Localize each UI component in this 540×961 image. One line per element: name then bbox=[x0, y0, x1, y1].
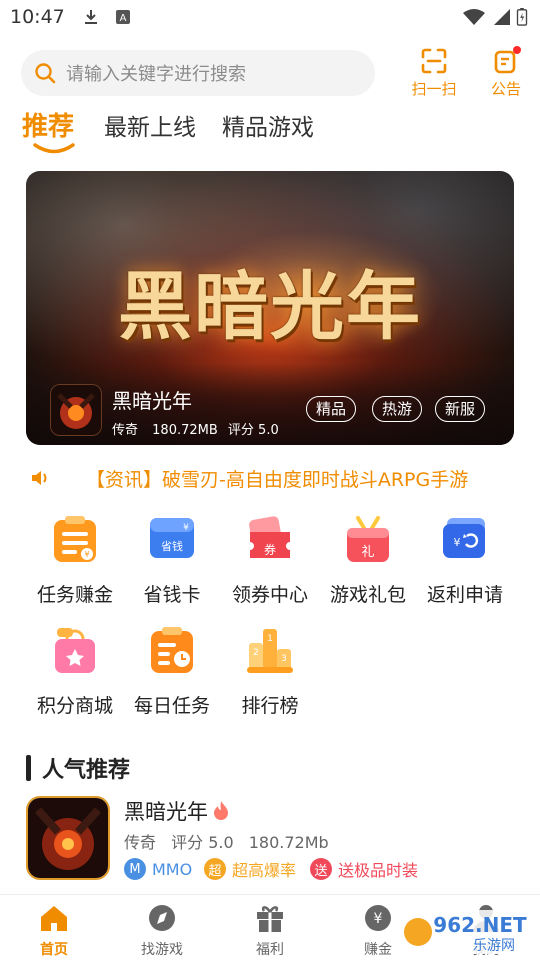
banner-rating: 评分 5.0 bbox=[227, 423, 279, 438]
nav-welfare[interactable]: 福利 bbox=[230, 901, 310, 959]
banner-title-art: 黑暗光年 bbox=[118, 264, 422, 350]
svg-text:1: 1 bbox=[267, 634, 273, 644]
savings-card-icon: 省钱 ¥ bbox=[150, 518, 194, 558]
feature-task-earn[interactable]: ¥ 任务赚金 bbox=[25, 514, 125, 614]
watermark-sub: 乐游网 bbox=[473, 938, 515, 954]
banner-game-icon bbox=[50, 384, 102, 436]
svg-text:¥: ¥ bbox=[374, 911, 383, 927]
points-mall-icon bbox=[55, 628, 95, 673]
news-text[interactable]: 【资讯】破雪刃-高自由度即时战斗ARPG手游 bbox=[86, 465, 468, 492]
banner-tag: 精品 bbox=[306, 396, 357, 422]
notice-label: 公告 bbox=[490, 80, 521, 98]
scan-icon bbox=[421, 48, 447, 74]
feature-daily-task[interactable]: 每日任务 bbox=[122, 625, 222, 725]
hot-flame-icon bbox=[214, 801, 228, 820]
nav-home[interactable]: 首页 bbox=[14, 901, 94, 959]
svg-text:省钱: 省钱 bbox=[161, 539, 183, 553]
app-rating: 评分 5.0 bbox=[171, 833, 234, 852]
status-time: 10:47 bbox=[10, 6, 65, 28]
nav-label: 首页 bbox=[40, 942, 68, 958]
gift-icon bbox=[257, 906, 283, 932]
svg-text:券: 券 bbox=[264, 542, 276, 557]
tag-text: 超高爆率 bbox=[232, 861, 297, 880]
gift-pack-icon: 礼 bbox=[347, 516, 389, 562]
notice-button[interactable]: 公告 bbox=[478, 46, 534, 100]
feature-game-gift[interactable]: 礼 游戏礼包 bbox=[318, 514, 418, 614]
app-genre: 传奇 bbox=[124, 833, 157, 852]
tag-text: MMO bbox=[152, 859, 193, 879]
tag-badge: 超 bbox=[204, 858, 226, 880]
popular-app-meta: 传奇 评分 5.0 180.72Mb bbox=[124, 829, 339, 853]
feature-rebate[interactable]: ¥ 返利申请 bbox=[415, 514, 515, 614]
svg-text:礼: 礼 bbox=[361, 544, 374, 560]
svg-text:A: A bbox=[120, 13, 127, 24]
search-icon bbox=[35, 63, 56, 84]
tag-badge: 送 bbox=[310, 858, 332, 880]
leaderboard-icon: 1 2 3 bbox=[247, 629, 293, 673]
scan-label: 扫一扫 bbox=[411, 80, 457, 98]
svg-text:2: 2 bbox=[253, 648, 259, 658]
tab-premium[interactable]: 精品游戏 bbox=[222, 108, 314, 142]
feature-label: 返利申请 bbox=[426, 584, 503, 606]
feature-label: 每日任务 bbox=[133, 695, 210, 717]
wifi-icon bbox=[463, 9, 485, 25]
speaker-icon bbox=[32, 471, 47, 485]
feature-leaderboard[interactable]: 1 2 3 排行榜 bbox=[220, 625, 320, 725]
banner-tag: 热游 bbox=[372, 396, 423, 422]
watermark-brand: 962.NET bbox=[433, 913, 527, 937]
home-icon bbox=[41, 906, 67, 931]
tab-recommend[interactable]: 推荐 bbox=[22, 106, 74, 143]
feature-coupon-center[interactable]: 券 领券中心 bbox=[220, 514, 320, 614]
nav-find-game[interactable]: 找游戏 bbox=[122, 901, 202, 959]
task-earn-icon: ¥ bbox=[54, 516, 96, 562]
svg-text:¥: ¥ bbox=[454, 536, 461, 549]
svg-text:¥: ¥ bbox=[84, 550, 89, 559]
svg-text:¥: ¥ bbox=[183, 523, 189, 533]
feature-savings-card[interactable]: 省钱 ¥ 省钱卡 bbox=[122, 514, 222, 614]
feature-label: 积分商城 bbox=[36, 695, 113, 717]
tag-badge: M bbox=[124, 858, 146, 880]
feature-label: 任务赚金 bbox=[36, 584, 113, 606]
signal-icon bbox=[494, 9, 510, 25]
feature-label: 游戏礼包 bbox=[329, 584, 406, 606]
compass-icon bbox=[149, 905, 175, 931]
tag-text: 送极品时装 bbox=[338, 861, 419, 880]
search-bar[interactable]: 请输入关键字进行搜索 bbox=[21, 50, 375, 96]
banner-tag: 新服 bbox=[435, 396, 486, 422]
banner-genre: 传奇 bbox=[112, 423, 139, 438]
app-tag-gift-costume: 送 送极品时装 bbox=[310, 857, 418, 881]
battery-icon bbox=[516, 8, 528, 26]
download-icon bbox=[85, 10, 97, 24]
site-watermark: 962.NET 乐游网 bbox=[400, 910, 536, 954]
banner-game-meta: 传奇 180.72MB 评分 5.0 bbox=[112, 419, 279, 438]
feature-label: 排行榜 bbox=[241, 695, 299, 717]
feature-points-mall[interactable]: 积分商城 bbox=[25, 625, 125, 725]
nav-label: 找游戏 bbox=[141, 942, 183, 958]
popular-app-icon[interactable] bbox=[26, 796, 110, 880]
scan-button[interactable]: 扫一扫 bbox=[406, 48, 462, 100]
feature-label: 领券中心 bbox=[231, 584, 308, 606]
keyboard-icon: A bbox=[116, 10, 130, 24]
coin-icon: ¥ bbox=[365, 905, 391, 931]
coupon-icon: 券 bbox=[249, 516, 290, 558]
banner-game-name: 黑暗光年 bbox=[112, 389, 192, 413]
feature-label: 省钱卡 bbox=[143, 584, 201, 606]
rebate-icon: ¥ bbox=[443, 518, 485, 558]
active-tab-indicator bbox=[33, 143, 75, 154]
daily-task-icon bbox=[151, 627, 193, 673]
app-tag-drop-rate: 超 超高爆率 bbox=[204, 857, 296, 881]
svg-text:3: 3 bbox=[281, 654, 287, 664]
nav-label: 福利 bbox=[256, 942, 284, 958]
popular-app-name[interactable]: 黑暗光年 bbox=[124, 796, 208, 826]
app-tag-mmo: M MMO bbox=[124, 857, 192, 881]
search-input[interactable]: 请输入关键字进行搜索 bbox=[66, 60, 246, 86]
status-bar: 10:47 A bbox=[0, 0, 540, 36]
banner-size: 180.72MB bbox=[152, 423, 218, 438]
app-size: 180.72Mb bbox=[248, 833, 329, 852]
section-accent-bar bbox=[26, 755, 31, 781]
tab-newest[interactable]: 最新上线 bbox=[104, 108, 196, 142]
section-title: 人气推荐 bbox=[42, 758, 131, 783]
notice-dot bbox=[513, 46, 521, 54]
featured-banner[interactable]: 黑暗光年 黑暗光年 传奇 180.72MB 评分 5.0 精品 热游 新服 bbox=[26, 171, 514, 445]
